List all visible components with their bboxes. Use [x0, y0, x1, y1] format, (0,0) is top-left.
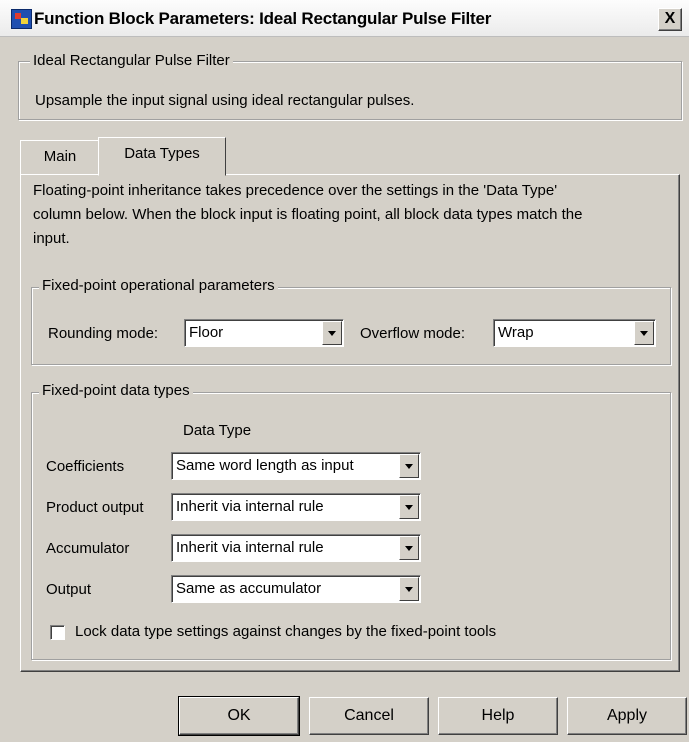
- tab-data-types[interactable]: Data Types: [98, 137, 226, 176]
- output-select[interactable]: Same as accumulator: [171, 575, 421, 603]
- window-title: Function Block Parameters: Ideal Rectang…: [34, 9, 492, 28]
- inheritance-info-line3: input.: [33, 230, 70, 247]
- coefficients-label: Coefficients: [46, 458, 125, 475]
- ok-button[interactable]: OK: [178, 696, 300, 736]
- chevron-down-icon[interactable]: [399, 495, 419, 519]
- simulink-block-icon: [11, 9, 32, 29]
- overflow-mode-label: Overflow mode:: [360, 325, 466, 342]
- product-output-label: Product output: [46, 499, 144, 516]
- title-bar: Function Block Parameters: Ideal Rectang…: [0, 0, 689, 37]
- product-output-select[interactable]: Inherit via internal rule: [171, 493, 421, 521]
- data-types-group: [31, 392, 671, 660]
- accumulator-label: Accumulator: [46, 540, 130, 557]
- apply-button[interactable]: Apply: [567, 697, 687, 735]
- block-description-group: [18, 61, 682, 120]
- data-types-legend: Fixed-point data types: [39, 382, 193, 399]
- tab-main[interactable]: Main: [20, 140, 100, 175]
- output-value: Same as accumulator: [176, 580, 322, 597]
- tab-data-types-label: Data Types: [124, 145, 200, 162]
- chevron-down-icon[interactable]: [634, 321, 654, 345]
- inheritance-info-line2: column below. When the block input is fl…: [33, 206, 583, 223]
- output-label: Output: [46, 581, 92, 598]
- block-description-legend: Ideal Rectangular Pulse Filter: [30, 52, 233, 69]
- chevron-down-icon[interactable]: [399, 454, 419, 478]
- inheritance-info-line1: Floating-point inheritance takes precede…: [33, 182, 558, 199]
- data-type-column-header: Data Type: [183, 422, 252, 439]
- chevron-down-icon[interactable]: [399, 536, 419, 560]
- tab-main-label: Main: [43, 148, 77, 165]
- chevron-down-icon[interactable]: [399, 577, 419, 601]
- chevron-down-icon[interactable]: [322, 321, 342, 345]
- help-button[interactable]: Help: [438, 697, 558, 735]
- lock-data-types-label: Lock data type settings against changes …: [75, 623, 497, 640]
- lock-data-types-checkbox[interactable]: [50, 625, 65, 640]
- operational-parameters-legend: Fixed-point operational parameters: [39, 277, 278, 294]
- overflow-mode-value: Wrap: [498, 324, 534, 341]
- coefficients-select[interactable]: Same word length as input: [171, 452, 421, 480]
- rounding-mode-value: Floor: [189, 324, 224, 341]
- accumulator-value: Inherit via internal rule: [176, 539, 324, 556]
- accumulator-select[interactable]: Inherit via internal rule: [171, 534, 421, 562]
- cancel-button[interactable]: Cancel: [309, 697, 429, 735]
- product-output-value: Inherit via internal rule: [176, 498, 324, 515]
- rounding-mode-label: Rounding mode:: [48, 325, 159, 342]
- coefficients-value: Same word length as input: [176, 457, 354, 474]
- block-description-text: Upsample the input signal using ideal re…: [35, 92, 415, 109]
- rounding-mode-select[interactable]: Floor: [184, 319, 344, 347]
- close-button[interactable]: X: [658, 8, 682, 31]
- overflow-mode-select[interactable]: Wrap: [493, 319, 656, 347]
